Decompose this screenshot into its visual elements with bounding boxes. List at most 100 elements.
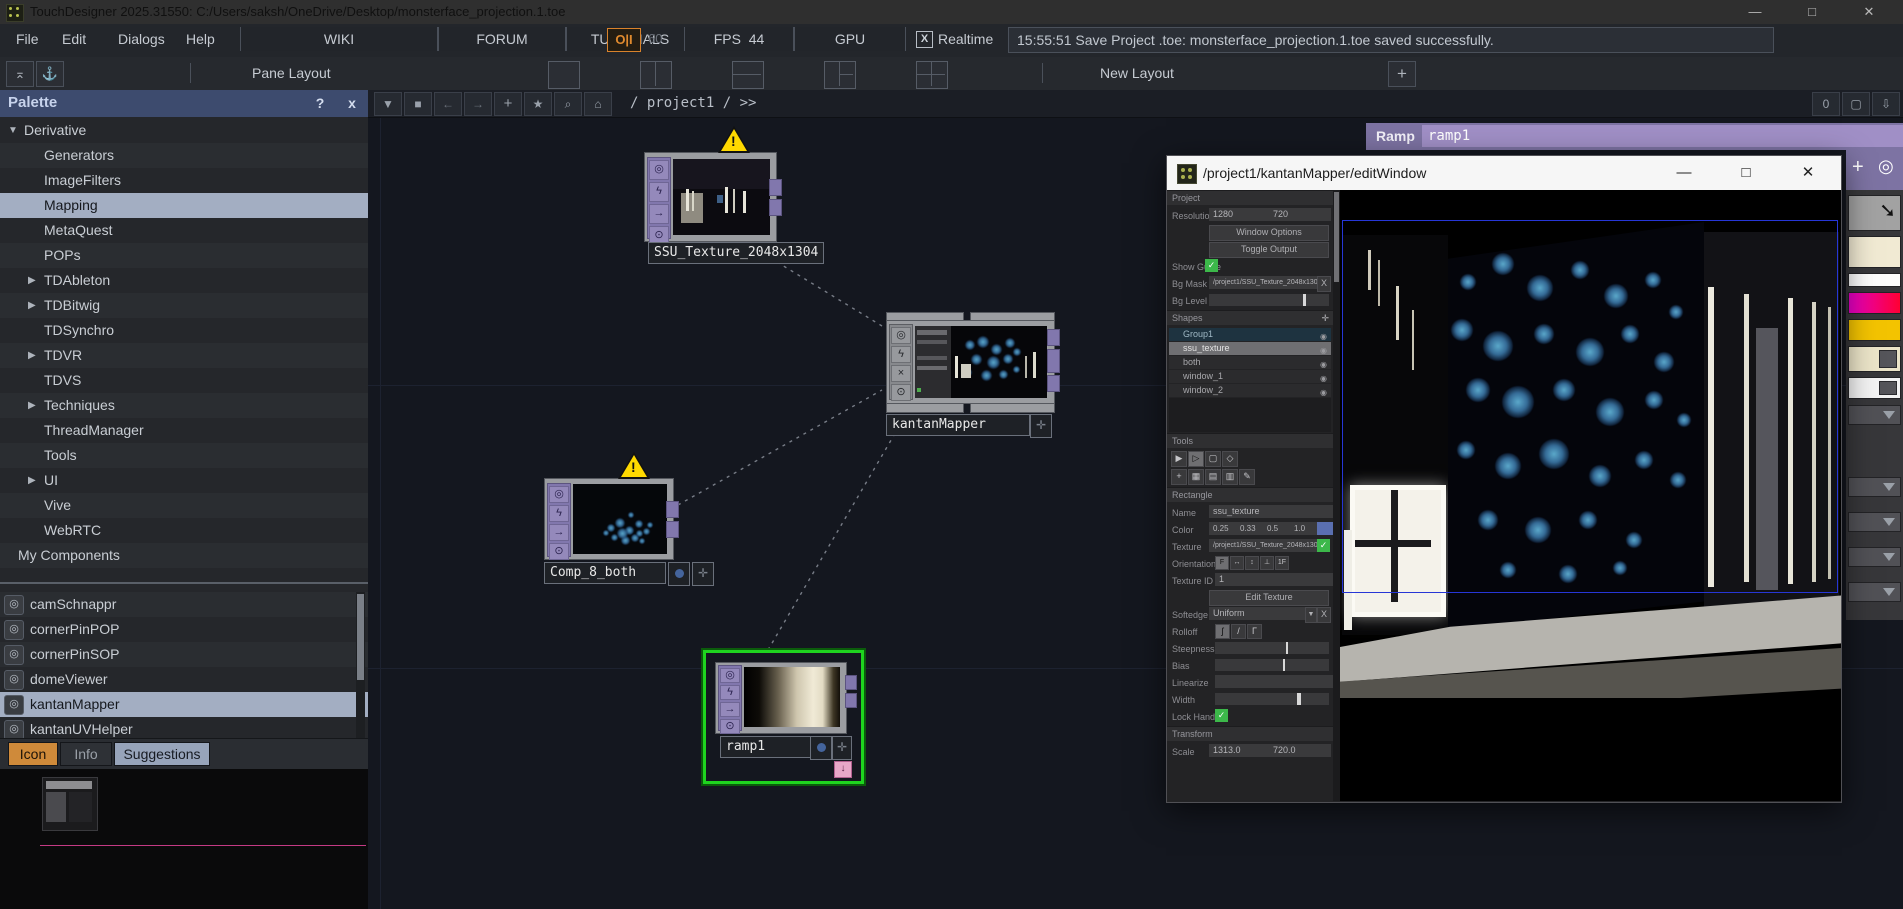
palette-tree-item-vive[interactable]: Vive bbox=[0, 493, 368, 518]
tool-button-1[interactable]: ▷ bbox=[1188, 451, 1204, 467]
lock-handles-checkbox[interactable]: ✓ bbox=[1215, 709, 1228, 722]
chevron-down-icon[interactable] bbox=[1883, 588, 1895, 596]
component-item-cornerpinsop[interactable]: ◎cornerPinSOP bbox=[0, 642, 368, 667]
swatch-button[interactable] bbox=[1879, 350, 1897, 368]
bypass-icon[interactable]: ϟ bbox=[891, 346, 911, 363]
shape-item-ssu_texture[interactable]: ssu_texture◉ bbox=[1169, 342, 1331, 355]
bypass-icon[interactable]: ϟ bbox=[720, 685, 740, 700]
chevron-right-icon[interactable]: ▶ bbox=[28, 293, 36, 318]
tool-button-b4[interactable]: ✎ bbox=[1239, 469, 1255, 485]
linearize-field[interactable] bbox=[1215, 675, 1333, 688]
resolution-w-field[interactable]: 1280 bbox=[1209, 208, 1269, 221]
shape-item-window_2[interactable]: window_2◉ bbox=[1169, 384, 1331, 397]
node-dot-button[interactable] bbox=[668, 562, 690, 586]
projection-viewport[interactable] bbox=[1340, 190, 1841, 801]
layout-hsplit-button[interactable] bbox=[732, 61, 764, 89]
output-connector[interactable] bbox=[845, 693, 857, 708]
layout-vsplit-button[interactable] bbox=[640, 61, 672, 89]
node-comp-8-both[interactable]: ◎ ϟ → ⊙ bbox=[544, 478, 674, 560]
output-connector[interactable] bbox=[769, 199, 782, 216]
export-icon[interactable]: → bbox=[549, 524, 569, 541]
color-value-0[interactable]: 0.25 bbox=[1209, 522, 1236, 535]
component-item-kantanuvhelper[interactable]: ◎kantanUVHelper bbox=[0, 717, 368, 738]
palette-tree-item-generators[interactable]: Generators bbox=[0, 143, 368, 168]
output-connector[interactable] bbox=[769, 179, 782, 196]
node-ramp1-selection[interactable]: ◎ ϟ → ⊙ ramp1 ✛ ↓ bbox=[703, 650, 864, 784]
bypass-icon[interactable]: ϟ bbox=[649, 182, 669, 202]
output-connector[interactable] bbox=[1047, 349, 1060, 373]
chevron-down-icon[interactable] bbox=[1883, 483, 1895, 491]
chevron-right-icon[interactable]: ▶ bbox=[28, 468, 36, 493]
ramp-swatch-dropdown-11[interactable] bbox=[1848, 582, 1901, 602]
ramp-swatch-dropdown-8[interactable] bbox=[1848, 477, 1901, 497]
component-item-camschnappr[interactable]: ◎camSchnappr bbox=[0, 592, 368, 617]
chevron-down-icon[interactable] bbox=[1883, 553, 1895, 561]
menu-dialogs[interactable]: Dialogs bbox=[118, 31, 165, 47]
bypass-icon[interactable]: ϟ bbox=[549, 505, 569, 522]
forum-button[interactable]: FORUM bbox=[438, 27, 566, 51]
operator-name-field[interactable]: ramp1 bbox=[1422, 125, 1903, 147]
show-guide-checkbox[interactable]: ✓ bbox=[1205, 259, 1218, 272]
viewer-icon[interactable]: ◎ bbox=[549, 486, 569, 503]
export-flag-button[interactable]: ↓ bbox=[834, 761, 852, 778]
node-add-button[interactable]: ✛ bbox=[692, 562, 714, 586]
menu-edit[interactable]: Edit bbox=[62, 31, 86, 47]
orientation-button-2[interactable]: ↕ bbox=[1245, 556, 1259, 570]
kantan-edit-window[interactable]: /project1/kantanMapper/editWindow — □ ✕ … bbox=[1166, 155, 1842, 803]
width-slider[interactable] bbox=[1215, 693, 1329, 705]
palette-tree-item-my-components[interactable]: My Components bbox=[0, 543, 368, 568]
tab-icon[interactable]: Icon bbox=[8, 742, 58, 766]
warning-icon[interactable] bbox=[618, 452, 650, 479]
tool-button-3[interactable]: ◇ bbox=[1222, 451, 1238, 467]
target-icon[interactable]: ◎ bbox=[1878, 156, 1894, 177]
add-parameter-icon[interactable]: + bbox=[1852, 156, 1864, 179]
chevron-right-icon[interactable]: ▶ bbox=[28, 268, 36, 293]
oi-indicator[interactable]: O|I bbox=[607, 28, 641, 52]
color-value-3[interactable]: 1.0 bbox=[1290, 522, 1317, 535]
chevron-down-icon[interactable]: ▼ bbox=[8, 118, 18, 143]
realtime-checkbox[interactable]: X bbox=[916, 31, 933, 48]
palette-tree-item-techniques[interactable]: ▶Techniques bbox=[0, 393, 368, 418]
ramp-swatch-solid-button-5[interactable] bbox=[1848, 346, 1901, 372]
export-icon[interactable]: → bbox=[720, 702, 740, 717]
node-label-kantanmapper[interactable]: kantanMapper bbox=[886, 414, 1030, 436]
tool-button-2[interactable]: ▢ bbox=[1205, 451, 1221, 467]
menu-help[interactable]: Help bbox=[186, 31, 215, 47]
scrollbar-thumb[interactable] bbox=[1334, 192, 1339, 282]
node-label-ssu[interactable]: SSU_Texture_2048x1304 bbox=[648, 242, 824, 264]
bg-mask-clear-button[interactable]: X bbox=[1317, 276, 1331, 292]
layout-tsplit-button[interactable] bbox=[824, 61, 856, 89]
chevron-right-icon[interactable]: ▶ bbox=[28, 393, 36, 418]
palette-tree-item-ui[interactable]: ▶UI bbox=[0, 468, 368, 493]
warning-icon[interactable] bbox=[718, 126, 750, 153]
ramp-swatch-dropdown-7[interactable] bbox=[1848, 405, 1901, 425]
steepness-slider[interactable] bbox=[1215, 642, 1329, 654]
rolloff-button-2[interactable]: Γ bbox=[1247, 624, 1262, 639]
tool-button-b1[interactable]: ▦ bbox=[1188, 469, 1204, 485]
minimize-button[interactable]: — bbox=[1661, 156, 1707, 190]
orientation-button-4[interactable]: 1F bbox=[1275, 556, 1289, 570]
close-x-icon[interactable]: × bbox=[891, 365, 911, 382]
color-swatch[interactable] bbox=[1317, 522, 1333, 535]
gpu-button[interactable]: GPU bbox=[794, 27, 906, 51]
lock-icon[interactable]: ⊙ bbox=[891, 384, 911, 401]
scale-y-field[interactable]: 720.0 bbox=[1269, 744, 1331, 757]
node-flags-strip[interactable]: ◎ ϟ → ⊙ bbox=[647, 157, 671, 239]
bias-slider[interactable] bbox=[1215, 659, 1329, 671]
swatch-button[interactable] bbox=[1879, 381, 1897, 395]
node-add-button[interactable]: ✛ bbox=[832, 736, 852, 760]
shape-item-group1[interactable]: Group1◉ bbox=[1169, 328, 1331, 341]
parameter-scrollbar[interactable] bbox=[1333, 190, 1340, 801]
orientation-button-1[interactable]: ↔ bbox=[1230, 556, 1244, 570]
node-flags-strip[interactable]: ◎ ϟ → ⊙ bbox=[547, 483, 571, 557]
palette-tree-item-webrtc[interactable]: WebRTC bbox=[0, 518, 368, 543]
component-item-domeviewer[interactable]: ◎domeViewer bbox=[0, 667, 368, 692]
ramp-swatch-dropdown-10[interactable] bbox=[1848, 547, 1901, 567]
viewer-icon[interactable]: ◎ bbox=[649, 160, 669, 180]
add-shape-icon[interactable]: ✛ bbox=[1321, 311, 1329, 325]
color-value-2[interactable]: 0.5 bbox=[1263, 522, 1290, 535]
rolloff-button-1[interactable]: / bbox=[1231, 624, 1246, 639]
component-item-kantanmapper[interactable]: ◎kantanMapper bbox=[0, 692, 368, 717]
tab-info[interactable]: Info bbox=[60, 742, 112, 766]
node-ssu-texture[interactable]: ◎ ϟ → ⊙ bbox=[644, 152, 777, 242]
